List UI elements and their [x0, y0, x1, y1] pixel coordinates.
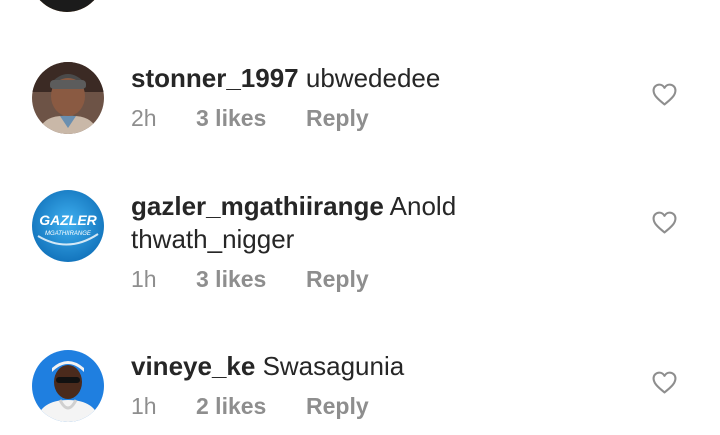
reply-button-partial[interactable] — [330, 0, 374, 4]
comment-text: vineye_ke Swasagunia — [131, 350, 511, 383]
heart-outline-icon[interactable] — [652, 211, 677, 234]
heart-outline-icon[interactable] — [652, 371, 677, 394]
avatar[interactable]: GAZLER MGATHIIRANGE — [32, 190, 104, 262]
likes-count[interactable]: 3 likes — [196, 105, 306, 132]
username-link[interactable]: gazler_mgathiirange — [131, 191, 384, 221]
heart-outline-icon[interactable] — [652, 83, 677, 106]
comment-body: Swasagunia — [262, 351, 405, 381]
likes-count[interactable]: 2 likes — [196, 393, 306, 420]
avatar-logo-subtext: MGATHIIRANGE — [45, 231, 92, 237]
comment-meta: 1h 3 likes Reply — [131, 266, 491, 293]
comment-meta: 2h 3 likes Reply — [131, 105, 511, 132]
timestamp: 1h — [131, 393, 157, 419]
comment-meta: 1h 2 likes Reply — [131, 393, 511, 420]
username-link[interactable]: stonner_1997 — [131, 63, 299, 93]
comments-list: stonner_1997 ubwededee 2h 3 likes Reply GA… — [0, 0, 720, 435]
comment-text: stonner_1997 ubwededee — [131, 62, 511, 95]
comment-text: gazler_mgathiirange Anold thwath_nigger — [131, 190, 491, 256]
username-link[interactable]: vineye_ke — [131, 351, 255, 381]
avatar-logo-text: GAZLER — [39, 212, 97, 228]
timestamp: 1h — [131, 266, 157, 292]
comment-body: ubwededee — [305, 63, 441, 93]
reply-button[interactable]: Reply — [306, 105, 369, 132]
reply-button[interactable]: Reply — [306, 393, 369, 420]
avatar[interactable] — [30, 0, 104, 12]
avatar[interactable] — [32, 350, 104, 422]
reply-button[interactable]: Reply — [306, 266, 369, 293]
likes-count[interactable]: 3 likes — [196, 266, 306, 293]
timestamp: 2h — [131, 105, 157, 131]
avatar[interactable] — [32, 62, 104, 134]
